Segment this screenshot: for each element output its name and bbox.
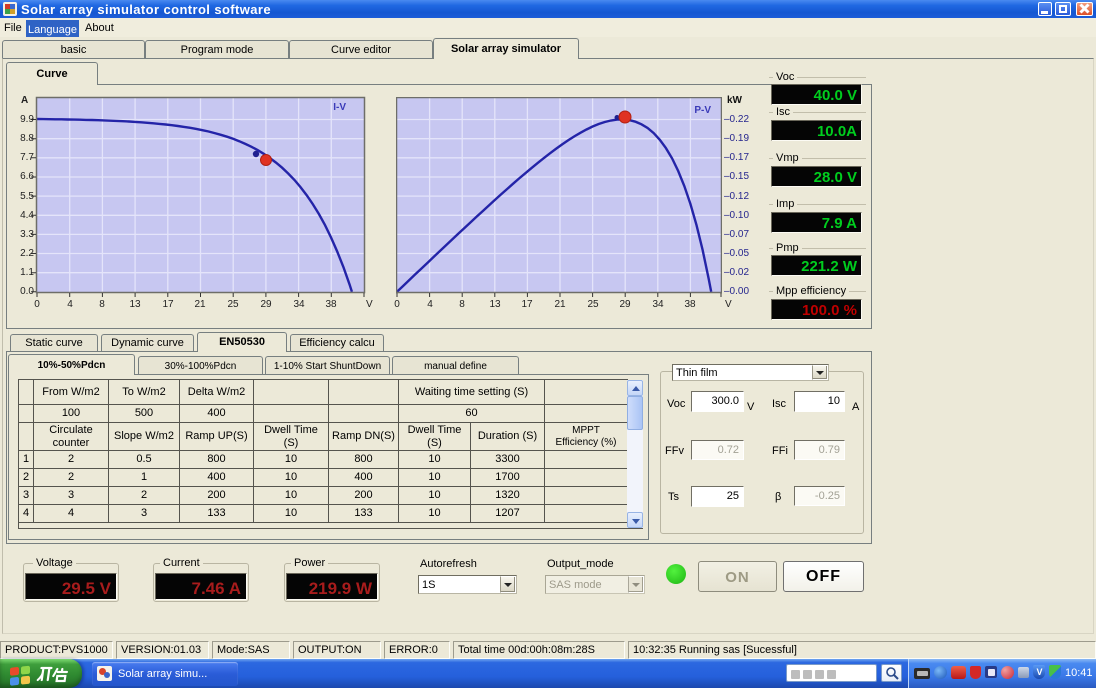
svg-text:P-V: P-V xyxy=(694,105,711,116)
svg-text:I-V: I-V xyxy=(333,102,346,113)
